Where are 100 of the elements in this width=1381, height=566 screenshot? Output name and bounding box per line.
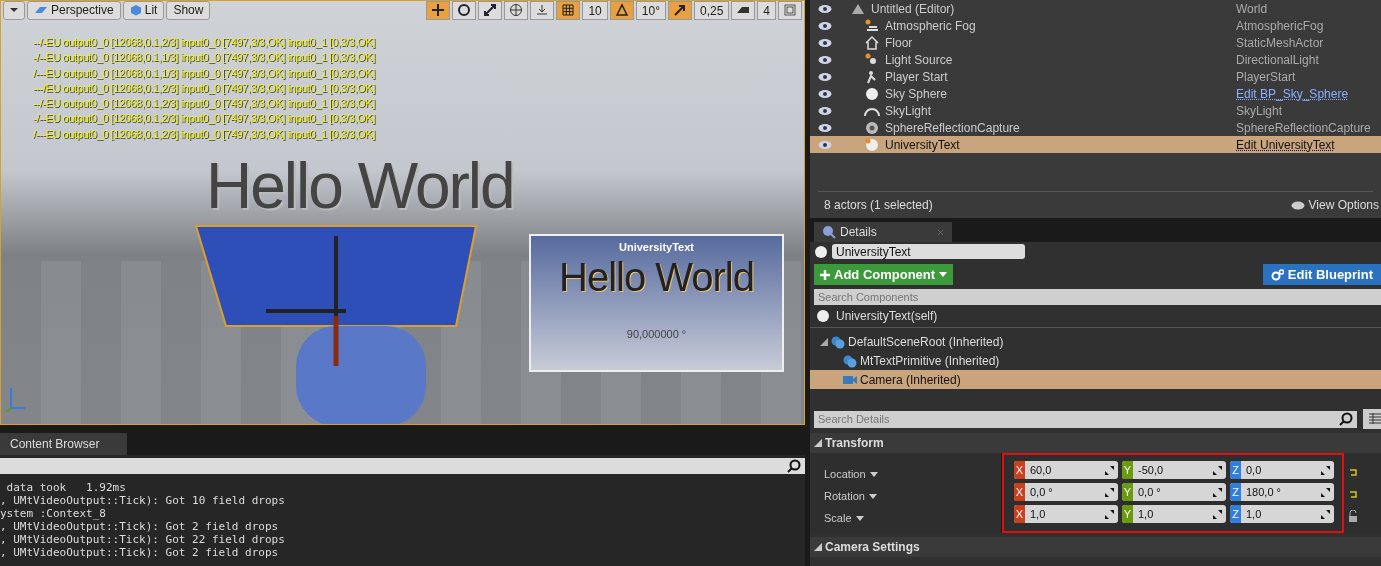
preview-title: UniversityText (618, 241, 695, 253)
debug-text-line: -/--EU output0_0 [12068,0.1,2/3] input0_0 [7497,3/3,OK] input0_1 [0,3/3,OK] (33, 111, 376, 127)
number-field[interactable]: Z 0,0 (1230, 461, 1334, 479)
resize-arrows-icon (1321, 509, 1330, 519)
number-field[interactable]: X 0,0 ° (1014, 483, 1118, 501)
log-line: , UMtVideoOutput::Tick): Got 10 field drops (0, 494, 286, 507)
caret-icon (869, 493, 877, 499)
preview-3d-text: Hello World (558, 255, 755, 300)
view-options-button[interactable]: View Options (1290, 198, 1381, 212)
snap-value[interactable]: 10° (635, 1, 666, 20)
log-line: , UMtVideoOutput::Tick): Got 2 field drops (0, 520, 280, 533)
edit-blueprint-button[interactable]: Edit Blueprint (1262, 264, 1381, 285)
expanded-triangle-icon[interactable] (820, 337, 828, 346)
edit-link[interactable]: Edit UniversityText (1236, 137, 1381, 152)
dropdown-button[interactable] (3, 1, 25, 20)
name-field[interactable]: UniversityText (832, 244, 1025, 259)
transform-section-header[interactable]: Transform (810, 433, 1381, 453)
property-label[interactable]: Scale (824, 507, 1001, 529)
padlock-icon[interactable] (1348, 510, 1358, 522)
search-field[interactable] (0, 458, 805, 474)
resize-arrows-icon (1213, 509, 1222, 519)
lit-button[interactable]: Lit (122, 1, 165, 20)
component-name: Camera (Inherited) (860, 372, 961, 387)
angle-icon[interactable] (609, 1, 634, 20)
log-line: , UMtVideoOutput::Tick): Got 2 field drops (0, 546, 280, 559)
search-details-field[interactable]: Search Details (814, 410, 1335, 428)
translate-icon[interactable] (426, 1, 451, 20)
eye-icon[interactable] (818, 105, 832, 116)
eye-icon (1290, 200, 1305, 210)
eye-icon[interactable] (818, 88, 832, 99)
outliner-row[interactable]: SphereReflectionCapture SphereReflectionCapture (810, 119, 1381, 136)
actor-name: UniversityText (885, 137, 960, 152)
component-row[interactable]: Camera (Inherited) (810, 370, 1381, 389)
outliner-row[interactable]: Atmospheric Fog AtmosphericFog (810, 17, 1381, 34)
grid-icon[interactable] (556, 1, 581, 20)
globe-icon[interactable] (504, 1, 529, 20)
eye-icon[interactable] (818, 37, 832, 48)
outliner-row[interactable]: Untitled (Editor) World (810, 0, 1381, 17)
search-components-field[interactable]: Search Components (814, 289, 1381, 305)
viewport-scene[interactable] (0, 0, 805, 425)
caret-icon (855, 515, 864, 521)
details-tab[interactable]: Details (814, 222, 952, 242)
actor-name: Untitled (Editor) (871, 1, 955, 16)
eye-icon[interactable] (818, 20, 832, 31)
show-button[interactable]: Show (166, 1, 211, 20)
number-field[interactable]: X 60,0 (1014, 461, 1118, 479)
add-component-button[interactable]: Add Component (814, 264, 954, 285)
outliner-row[interactable]: Player Start PlayerStart (810, 68, 1381, 85)
eye-icon[interactable] (818, 3, 832, 14)
snap-value[interactable]: 0,25 (693, 1, 730, 20)
debug-text-line: --/-EU output0_0 [12068,0.1,2/3] input0_0 [7497,3/3,OK] input0_1 [0,3/3,OK] (33, 96, 376, 112)
actor-type: DirectionalLight (1236, 52, 1320, 67)
sphere-icon (814, 244, 828, 259)
number-field[interactable]: Z 1,0 (1230, 505, 1334, 523)
actor-name: Player Start (885, 69, 948, 84)
eye-icon[interactable] (818, 122, 832, 133)
perspective-button[interactable]: Perspective (27, 1, 121, 20)
number-field[interactable]: Z 180,0 ° (1230, 483, 1334, 501)
search-icon[interactable] (787, 459, 801, 473)
outliner-row[interactable]: Floor StaticMeshActor (810, 34, 1381, 51)
number-field[interactable]: X 1,0 (1014, 505, 1118, 523)
component-row[interactable]: MtTextPrimitive (Inherited) (810, 351, 1381, 370)
spheres-icon (830, 334, 846, 349)
outliner-row[interactable]: Sky Sphere Edit BP_Sky_Sphere (810, 85, 1381, 102)
content-browser-tab[interactable]: Content Browser (0, 433, 128, 455)
component-name: MtTextPrimitive (Inherited) (860, 353, 1000, 368)
scale-icon[interactable] (478, 1, 503, 20)
rotate-icon[interactable] (452, 1, 477, 20)
eye-icon[interactable] (818, 139, 832, 150)
sphere-icon (864, 86, 880, 101)
debug-text-line: /---EU output0_0 [12068,0.1,2/3] input0_0 [7497,3/3,OK] input0_1 [0,3/3,OK] (33, 126, 376, 142)
property-label[interactable]: Location (824, 463, 1001, 485)
eye-icon[interactable] (818, 54, 832, 65)
camera-settings-section-header[interactable]: Camera Settings (810, 537, 1381, 557)
outliner-row[interactable]: UniversityText Edit UniversityText (810, 136, 1381, 153)
number-field[interactable]: Y 1,0 (1122, 505, 1226, 523)
resize-arrows-icon (1321, 487, 1330, 497)
grid-view-button[interactable] (1363, 409, 1381, 429)
actor-name: Sky Sphere (885, 86, 948, 101)
resize-arrows-icon (1105, 509, 1114, 519)
caret-icon (10, 7, 18, 13)
search-button[interactable] (1335, 410, 1357, 428)
outliner-row[interactable]: SkyLight SkyLight (810, 102, 1381, 119)
preview-reading: 90,000000 ° (625, 328, 688, 340)
snap-value[interactable]: 4 (757, 1, 776, 20)
eye-icon[interactable] (818, 71, 832, 82)
snap-value[interactable]: 10 (582, 1, 608, 20)
speed-icon[interactable] (731, 1, 756, 20)
sphere-icon (864, 120, 880, 135)
outliner-row[interactable]: Light Source DirectionalLight (810, 51, 1381, 68)
resize-arrows-icon (1105, 465, 1114, 475)
scale-snap-icon[interactable] (667, 1, 692, 20)
number-field[interactable]: Y 0,0 ° (1122, 483, 1226, 501)
debug-text-line: -/--EU output0_0 [12068,0.1,1/3] input0_0 [7497,3/3,OK] input0_1 [0,3/3,OK] (33, 50, 376, 66)
edit-link[interactable]: Edit BP_Sky_Sphere (1236, 86, 1381, 101)
number-field[interactable]: Y -50,0 (1122, 461, 1226, 479)
property-label[interactable]: Rotation (824, 485, 1001, 507)
actor-type: World (1236, 1, 1269, 16)
component-row[interactable]: DefaultSceneRoot (Inherited) (810, 332, 1381, 351)
self-component[interactable]: UniversityText(self) (836, 309, 938, 323)
